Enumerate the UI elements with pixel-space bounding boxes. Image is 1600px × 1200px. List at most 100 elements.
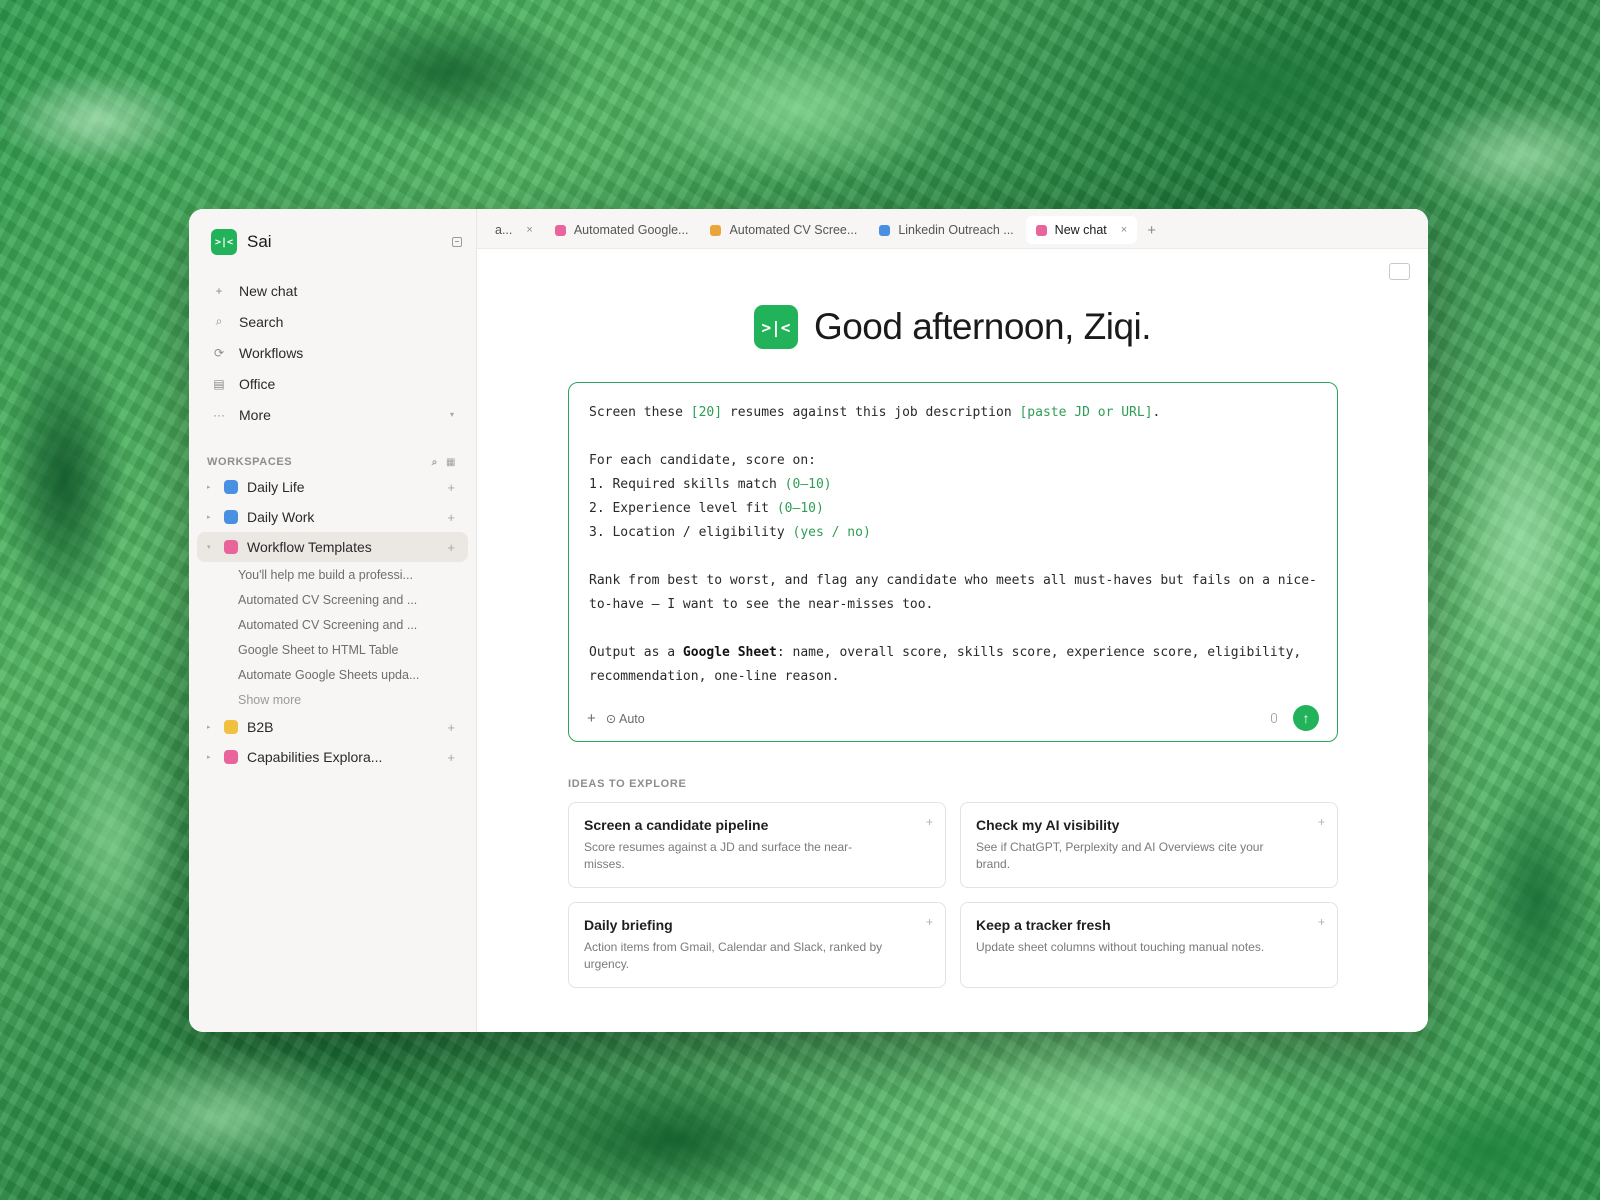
grid-icon[interactable]: ▦ [446, 457, 456, 468]
idea-card-title: Keep a tracker fresh [976, 917, 1111, 933]
attach-icon[interactable]: + [587, 710, 596, 727]
app-name: Sai [247, 232, 272, 251]
chevron-right-icon[interactable]: ▸ [207, 483, 215, 491]
tab-color-icon [554, 224, 566, 236]
idea-card-title: Check my AI visibility [976, 817, 1120, 833]
nav-label: More [239, 406, 271, 423]
show-more-link[interactable]: Show more [197, 687, 468, 712]
prompt-composer[interactable]: Screen these [20] resumes against this j… [568, 382, 1338, 742]
app-window: >|< Sai + New chat ⌕ Search ⟳ Workflows … [189, 209, 1428, 1032]
close-icon[interactable]: × [1121, 224, 1127, 236]
tab-color-icon [879, 224, 891, 236]
chevron-down-icon[interactable]: ▾ [207, 543, 215, 551]
workspace-label: Workflow Templates [247, 539, 372, 555]
greeting: >|< Good afternoon, Ziqi. [477, 305, 1428, 349]
workspace-label: Capabilities Explora... [247, 749, 383, 765]
new-tab-icon[interactable]: + [1147, 222, 1156, 239]
nav-label: Office [239, 375, 276, 392]
tab-color-icon [1035, 224, 1047, 236]
idea-card-desc: See if ChatGPT, Perplexity and AI Overvi… [976, 840, 1264, 871]
tab-automated-cv[interactable]: Automated CV Scree... [700, 216, 867, 244]
workspace-chat-item[interactable]: Automate Google Sheets upda... [197, 662, 468, 687]
sidebar: >|< Sai + New chat ⌕ Search ⟳ Workflows … [189, 209, 477, 1032]
workspace-workflow-templates[interactable]: ▾ Workflow Templates + [197, 532, 468, 562]
composer-toolbar: + ⊙ Auto [587, 710, 645, 727]
close-icon[interactable]: × [526, 224, 532, 236]
workspace-chat-item[interactable]: Automated CV Screening and ... [197, 587, 468, 612]
workspace-color-icon [224, 510, 238, 524]
workspace-label: B2B [247, 719, 274, 735]
tab-label: Linkedin Outreach ... [898, 223, 1014, 237]
tab-label: a... [495, 223, 513, 237]
sidebar-toggle-icon[interactable] [452, 237, 462, 247]
workspace-capabilities[interactable]: ▸ Capabilities Explora... + [197, 742, 468, 772]
workspace-b2b[interactable]: ▸ B2B + [197, 712, 468, 742]
workspaces-label: WORKSPACES [207, 456, 293, 468]
refresh-icon: ⟳ [213, 345, 225, 360]
panel-toggle-icon[interactable] [1389, 263, 1410, 280]
chevron-right-icon[interactable]: ▸ [207, 513, 215, 521]
tab-new-chat[interactable]: New chat × [1025, 216, 1138, 244]
nav-label: Workflows [239, 344, 304, 361]
tab-label: New chat [1054, 223, 1107, 237]
plus-icon: + [215, 283, 223, 298]
add-icon[interactable]: + [447, 750, 455, 765]
workspace-chat-item[interactable]: Automated CV Screening and ... [197, 612, 468, 637]
idea-card-desc: Score resumes against a JD and surface t… [584, 840, 853, 871]
app-logo-large: >|< [753, 305, 798, 349]
idea-card-desc: Action items from Gmail, Calendar and Sl… [584, 940, 883, 971]
nav-workflows[interactable]: ⟳ Workflows [197, 337, 468, 368]
idea-card[interactable]: Screen a candidate pipeline Score resume… [568, 802, 946, 888]
add-icon[interactable]: + [447, 720, 455, 735]
idea-card[interactable]: Keep a tracker fresh Update sheet column… [960, 902, 1338, 988]
main-panel: a... × Automated Google... Automated CV … [477, 209, 1428, 1032]
tab-bar: a... × Automated Google... Automated CV … [477, 209, 1428, 249]
chevron-right-icon[interactable]: ▸ [207, 753, 215, 761]
workspace-color-icon [224, 720, 238, 734]
ellipsis-icon: ··· [213, 407, 225, 422]
workspace-color-icon [224, 540, 238, 554]
nav-more[interactable]: ··· More ▾ [197, 399, 468, 430]
ideas-title: IDEAS TO EXPLORE [568, 778, 687, 790]
workspace-chat-item[interactable]: Google Sheet to HTML Table [197, 637, 468, 662]
add-icon[interactable]: + [447, 540, 455, 555]
greeting-text: Good afternoon, Ziqi. [813, 306, 1152, 347]
search-icon: ⌕ [215, 314, 223, 328]
add-icon[interactable]: + [926, 815, 933, 829]
send-button[interactable]: ↑ [1293, 705, 1319, 731]
tab-color-icon [710, 224, 722, 236]
nav-new-chat[interactable]: + New chat [197, 275, 468, 306]
microphone-icon[interactable] [1271, 713, 1277, 723]
tab-linkedin-outreach[interactable]: Linkedin Outreach ... [869, 216, 1023, 244]
prompt-text[interactable]: Screen these [20] resumes against this j… [589, 401, 1324, 689]
tab-label: Automated Google... [573, 223, 689, 237]
tab-automated-google[interactable]: Automated Google... [545, 216, 699, 244]
idea-card[interactable]: Daily briefing Action items from Gmail, … [568, 902, 946, 988]
idea-card[interactable]: Check my AI visibility See if ChatGPT, P… [960, 802, 1338, 888]
tab-chat-a[interactable]: a... × [485, 216, 543, 244]
workspace-daily-life[interactable]: ▸ Daily Life + [197, 472, 468, 502]
add-icon[interactable]: + [926, 915, 933, 929]
idea-card-desc: Update sheet columns without touching ma… [976, 940, 1265, 954]
workspaces-header: WORKSPACES ⌕ ▦ [197, 452, 468, 472]
workspace-color-icon [224, 750, 238, 764]
workspace-label: Daily Life [247, 479, 305, 495]
ideas-grid: Screen a candidate pipeline Score resume… [568, 802, 1338, 988]
add-icon[interactable]: + [447, 480, 455, 495]
nav-office[interactable]: ▤ Office [197, 368, 468, 399]
arrow-up-icon: ↑ [1302, 710, 1310, 726]
mode-selector[interactable]: ⊙ Auto [606, 711, 645, 726]
workspace-color-icon [224, 480, 238, 494]
nav-search[interactable]: ⌕ Search [197, 306, 468, 337]
document-icon: ▤ [213, 376, 225, 391]
add-icon[interactable]: + [1318, 815, 1325, 829]
add-icon[interactable]: + [447, 510, 455, 525]
chevron-right-icon[interactable]: ▸ [207, 723, 215, 731]
workspace-daily-work[interactable]: ▸ Daily Work + [197, 502, 468, 532]
workspace-chat-item[interactable]: You'll help me build a professi... [197, 562, 468, 587]
add-icon[interactable]: + [1318, 915, 1325, 929]
workspace-label: Daily Work [247, 509, 315, 525]
nav-label: New chat [239, 282, 298, 299]
search-icon[interactable]: ⌕ [432, 457, 438, 468]
idea-card-title: Screen a candidate pipeline [584, 817, 769, 833]
